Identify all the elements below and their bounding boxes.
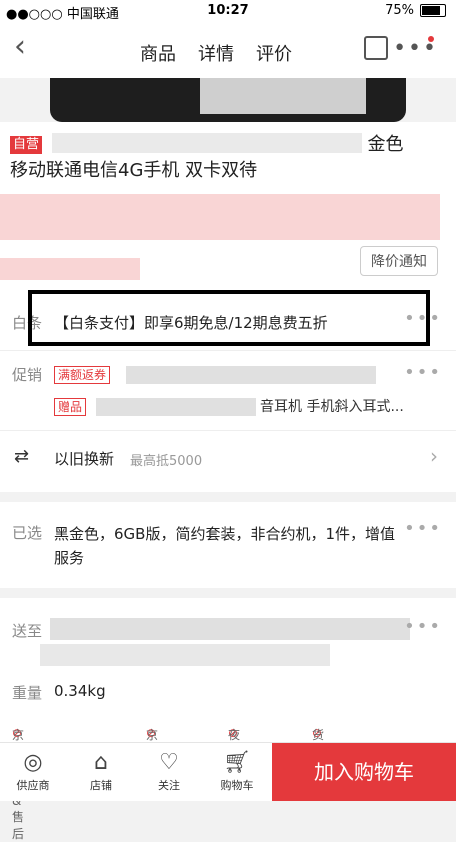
battery-fill: [422, 6, 440, 15]
selected-label: 已选: [12, 524, 43, 542]
blurred-address: [50, 618, 410, 640]
selected-card[interactable]: 已选 黑金色，6GB版，简约套装，非合约机，1件，增值服务 •••: [0, 502, 456, 588]
selected-more-icon[interactable]: •••: [404, 518, 442, 539]
blurred-title: [51, 133, 362, 153]
status-right: 75%: [385, 3, 446, 18]
status-bar: ●●○○○ 中国联通 10:27 75%: [0, 0, 456, 22]
weight-value: 0.34kg: [54, 682, 106, 700]
gift-text: 音耳机 手机斜入耳式...: [260, 399, 404, 415]
store-button[interactable]: ⌂ 店铺: [76, 749, 126, 793]
blurred-sub: [0, 258, 140, 280]
blurred-price: [0, 194, 440, 240]
title-card: 自营 金色 移动联通电信4G手机 双卡双待 降价通知: [0, 122, 456, 284]
bottom-action-bar: ◎ 供应商 ⌂ 店铺 ♡ 关注 🛒︎ 购物车 加入购物车: [0, 742, 456, 801]
cart-label: 购物车: [220, 779, 254, 792]
heart-icon: ♡: [159, 750, 179, 775]
self-operated-tag: 自营: [10, 136, 43, 154]
notification-dot: [428, 36, 434, 42]
product-image-screen: [200, 78, 366, 114]
divider: [0, 430, 456, 431]
store-icon: ⌂: [94, 750, 108, 775]
title-line2: 移动联通电信4G手机 双卡双待: [10, 160, 258, 181]
divider: [0, 350, 456, 351]
price-alert-button[interactable]: 降价通知: [360, 246, 438, 276]
product-image[interactable]: [50, 78, 406, 122]
tradein-sub: 最高抵5000: [130, 454, 203, 469]
follow-button[interactable]: ♡ 关注: [144, 749, 194, 793]
promo-tag-gift: 赠品: [54, 398, 87, 416]
selected-value: 黑金色，6GB版，简约套装，非合约机，1件，增值服务: [54, 525, 396, 567]
tradein-label[interactable]: 以旧换新: [54, 448, 114, 469]
product-title: 自营 金色 移动联通电信4G手机 双卡双待: [10, 132, 435, 184]
store-label: 店铺: [90, 779, 112, 792]
cart-button[interactable]: 🛒︎ 购物车: [212, 749, 262, 793]
promo-more-icon[interactable]: •••: [404, 362, 442, 383]
tab-reviews[interactable]: 评价: [256, 40, 292, 66]
add-to-cart-button[interactable]: 加入购物车: [272, 743, 456, 801]
share-icon[interactable]: [364, 36, 388, 60]
tradein-icon: ⇄: [14, 446, 30, 467]
blurred-gift: [96, 398, 256, 416]
tradein-arrow-icon[interactable]: ›: [430, 444, 438, 468]
supplier-icon: ◎: [23, 750, 43, 775]
promo-tag-coupon: 满额返券: [54, 366, 111, 384]
blurred-address-2: [40, 644, 330, 666]
weight-label: 重量: [12, 684, 43, 702]
title-color: 金色: [367, 134, 404, 155]
cart-icon: 🛒︎: [223, 750, 251, 775]
follow-label: 关注: [158, 779, 180, 792]
top-nav: ‹ 商品 详情 评价 •••: [0, 22, 456, 78]
supplier-button[interactable]: ◎ 供应商: [8, 749, 58, 793]
highlight-frame: [28, 290, 430, 346]
battery-percent: 75%: [385, 3, 414, 18]
battery-icon: [420, 4, 446, 17]
supplier-label: 供应商: [16, 779, 50, 792]
delivery-card: 送至 ••• 重量 0.34kg: [0, 598, 456, 718]
nav-tabs: 商品 详情 评价: [140, 40, 292, 66]
tab-product[interactable]: 商品: [140, 40, 176, 66]
back-icon[interactable]: ‹: [14, 32, 26, 62]
tab-details[interactable]: 详情: [198, 40, 234, 66]
blurred-promo: [126, 366, 376, 384]
guarantee-bar: ⊘京东发货&售后 ⊘京准达 ⊘夜间配 ⊘货到付款: [0, 718, 456, 841]
delivery-more-icon[interactable]: •••: [404, 616, 442, 637]
promo-label: 促销: [12, 366, 43, 384]
delivery-label: 送至: [12, 622, 43, 640]
